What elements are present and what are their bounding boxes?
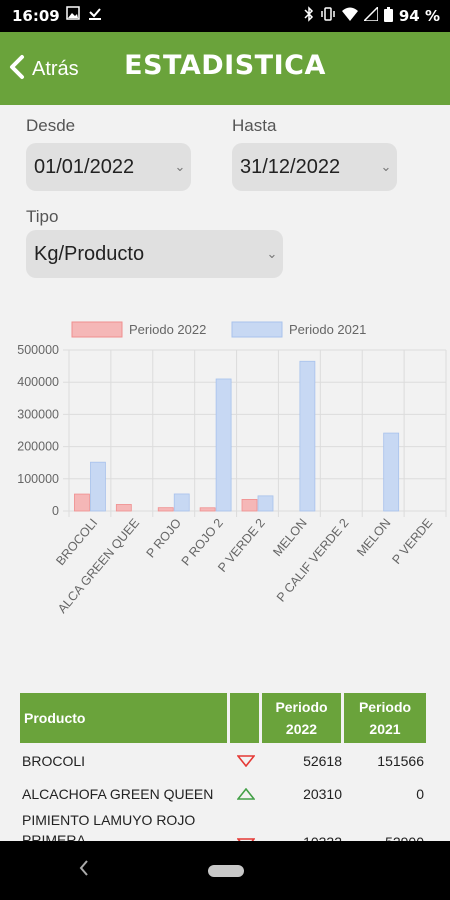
tipo-label: Tipo (26, 207, 59, 226)
table-body: BROCOLI 52618 151566 ALCACHOFA GREEN QUE… (20, 744, 426, 854)
row-periodo-2021: 151566 (377, 752, 424, 769)
bar-periodo-2022 (74, 493, 90, 512)
table-header: Producto Periodo 2022 Periodo 2021 (20, 693, 426, 743)
table-row[interactable]: ALCACHOFA GREEN QUEEN 20310 0 (20, 777, 426, 810)
signal-icon (362, 5, 379, 25)
app-bar: Atrás ESTADISTICA (0, 32, 450, 105)
row-periodo-2022: 20310 (303, 785, 342, 802)
desde-value: 01/01/2022 (34, 155, 135, 178)
gallery-icon (66, 6, 80, 24)
y-tick-label: 200000 (17, 440, 59, 454)
chevron-down-icon: ⌄ (380, 159, 392, 174)
bar-periodo-2021 (257, 495, 274, 512)
hasta-select[interactable]: 31/12/2022 ⌄ (232, 143, 397, 191)
header-trend (230, 693, 262, 743)
header-periodo-2021: Periodo 2021 (344, 693, 426, 743)
vibrate-icon (320, 7, 336, 25)
status-time: 16:09 (12, 7, 60, 25)
x-tick-label: P ROJO (144, 516, 185, 561)
bar-periodo-2022 (115, 504, 132, 512)
wifi-icon (341, 7, 358, 25)
trend-up-icon (230, 787, 262, 800)
tipo-value: Kg/Producto (34, 242, 145, 265)
header-producto: Producto (20, 693, 230, 743)
hasta-label: Hasta (232, 116, 277, 135)
x-tick-label: MELON (270, 516, 309, 559)
status-bar: 16:09 94 % (0, 0, 450, 32)
battery-icon (383, 6, 393, 26)
bar-periodo-2022 (199, 507, 216, 512)
download-done-icon (88, 6, 102, 24)
nav-home-pill[interactable] (208, 865, 244, 877)
hasta-value: 31/12/2022 (240, 155, 341, 178)
bluetooth-icon (304, 6, 314, 26)
navigation-bar (0, 841, 450, 900)
legend-label: Periodo 2021 (289, 322, 366, 337)
header-periodo-2022: Periodo 2022 (262, 693, 344, 743)
x-tick-label: P CALIF VERDE 2 (274, 516, 352, 605)
screen: 16:09 94 % Atrás ESTADISTICA Desde 01/01… (0, 0, 450, 900)
battery-percent: 94 % (398, 7, 440, 25)
y-tick-label: 500000 (17, 343, 59, 357)
x-tick-label: MELON (354, 516, 393, 559)
bar-chart: Periodo 2022 Periodo 2021 500000 400000 3000… (17, 321, 447, 616)
y-tick-label: 400000 (17, 375, 59, 389)
bar-periodo-2021 (215, 378, 232, 512)
bar-periodo-2022 (157, 507, 174, 512)
y-tick-label: 100000 (17, 472, 59, 486)
desde-select[interactable]: 01/01/2022 ⌄ (26, 143, 191, 191)
bar-periodo-2021 (383, 432, 400, 512)
x-tick-label: ALCA GREEN QUEE (55, 516, 142, 616)
chevron-down-icon: ⌄ (174, 159, 186, 174)
page-title: ESTADISTICA (124, 50, 326, 81)
y-tick-label: 300000 (17, 407, 59, 421)
row-periodo-2021: 0 (416, 785, 424, 802)
y-tick-label: 0 (52, 504, 59, 518)
desde-label: Desde (26, 116, 76, 135)
row-producto: BROCOLI (22, 752, 86, 769)
legend-label: Periodo 2022 (129, 322, 206, 337)
bar-periodo-2022 (241, 499, 258, 512)
x-tick-label: P VERDE (389, 516, 435, 567)
bar-periodo-2021 (299, 360, 316, 512)
nav-back-icon[interactable] (78, 857, 90, 883)
bar-periodo-2021 (173, 493, 190, 512)
chevron-down-icon: ⌄ (266, 246, 278, 261)
legend-swatch (231, 321, 283, 338)
stats-table: Producto Periodo 2022 Periodo 2021 BROCOLI… (20, 693, 426, 854)
row-periodo-2022: 52618 (303, 752, 342, 769)
row-producto: ALCACHOFA GREEN QUEEN (22, 785, 214, 802)
legend-swatch (71, 321, 123, 338)
bar-periodo-2021 (90, 461, 106, 512)
table-row[interactable]: BROCOLI 52618 151566 (20, 744, 426, 777)
trend-down-icon (230, 754, 262, 767)
tipo-select[interactable]: Kg/Producto ⌄ (26, 230, 283, 278)
